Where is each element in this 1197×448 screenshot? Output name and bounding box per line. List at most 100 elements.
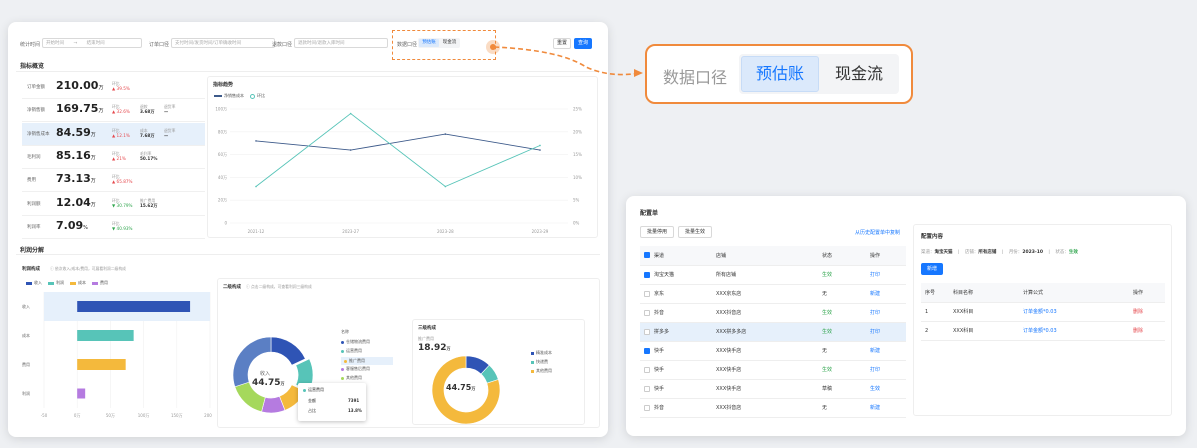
- tree-item[interactable]: 客服售后费用: [341, 366, 370, 372]
- tree-item[interactable]: 仓储物流费用: [341, 339, 370, 345]
- order-caliber-select[interactable]: 支付时间/发货时间/订单确收时间: [171, 38, 275, 48]
- add-item-button[interactable]: 新增: [921, 263, 943, 275]
- delete-link[interactable]: 删除: [1133, 328, 1143, 334]
- metric-value: 12.04万: [56, 196, 96, 209]
- cell-action: 打印: [866, 303, 906, 323]
- cell-item-action: 删除: [1129, 302, 1165, 322]
- bar-category-label: 费用: [22, 361, 30, 367]
- tooltip-title: 运营费用: [303, 387, 324, 393]
- stat-time-range[interactable]: 开始时间 → 结束时间: [42, 38, 142, 48]
- tooltip-title-text: 运营费用: [308, 387, 324, 392]
- formula-link[interactable]: 订单金额*0.03: [1023, 309, 1057, 315]
- delete-link[interactable]: 删除: [1133, 309, 1143, 315]
- metric-extra-value: 50.17%: [140, 155, 158, 161]
- channel-name: 快手: [654, 367, 665, 373]
- copy-from-history-link[interactable]: 从历史配置单中复制: [855, 229, 900, 236]
- row-checkbox[interactable]: [644, 404, 650, 411]
- composition-hint: ⓘ 依次收入/成本/费用，可展看利润二级构成: [50, 266, 126, 272]
- y-left-tick: 40万: [218, 175, 227, 180]
- tree-item[interactable]: 推广费用: [341, 357, 393, 365]
- metric-compare: 环比 ▲ 32.6%: [112, 104, 130, 114]
- row-action-link[interactable]: 打印: [870, 329, 880, 335]
- profit-bar[interactable]: [77, 301, 191, 312]
- formula-link[interactable]: 订单金额*0.03: [1023, 328, 1057, 334]
- select-all-checkbox[interactable]: [644, 252, 650, 259]
- tree-item[interactable]: 其他费用: [341, 375, 362, 381]
- row-checkbox[interactable]: [644, 290, 650, 297]
- donut2-center-value: 44.75万: [252, 378, 284, 388]
- metric-unit: 万: [90, 154, 96, 161]
- config-row: 抖音 XXX抖音店无新建: [640, 398, 906, 418]
- row-action-link[interactable]: 打印: [870, 272, 880, 278]
- metric-row[interactable]: 费用 73.13万 环比 ▲ 65.87%: [22, 169, 205, 193]
- cell-shop: XXX拼多多店: [712, 322, 818, 342]
- item-row: 1 XXX科目 订单金额*0.03 删除: [921, 302, 1165, 322]
- donut3-sub-label: 推广费用: [418, 336, 434, 341]
- meta-month: 2023-10: [1022, 250, 1043, 255]
- y-right-tick: 20%: [573, 129, 582, 134]
- profit-bar[interactable]: [77, 388, 86, 399]
- col-item-action: 操作: [1129, 283, 1165, 303]
- metric-value: 169.75万: [56, 102, 103, 115]
- x-tick: 2023-27: [342, 229, 359, 234]
- tree-title: 名称: [341, 329, 349, 334]
- metric-number: 210.00: [56, 79, 99, 92]
- series-point: [349, 112, 352, 115]
- caliber-highlight-frame: [392, 30, 496, 60]
- config-row: 快手 XXX快手店 草稿 生效: [640, 379, 906, 399]
- x-tick: 2023-28: [437, 229, 454, 234]
- row-checkbox[interactable]: [644, 328, 650, 335]
- col-shop: 店铺: [712, 246, 818, 266]
- metric-label: 利润率: [27, 224, 41, 230]
- row-action-link[interactable]: 打印: [870, 367, 880, 373]
- metric-compare: 环比 ▼ 40.93%: [112, 221, 133, 231]
- zoom-tab-cashflow[interactable]: 现金流: [821, 56, 897, 92]
- return-caliber-select[interactable]: 退款时间/退款入库时间: [294, 38, 388, 48]
- batch-disable-button[interactable]: 批量停用: [640, 226, 674, 238]
- meta-shop: 所有店铺: [978, 250, 997, 255]
- metric-row[interactable]: 净销售成本 84.59万 环比 ▲ 12.1% 成本 7.68万 退货率 —: [22, 122, 205, 146]
- row-action-link[interactable]: 打印: [870, 310, 880, 316]
- tree-item[interactable]: 运营费用: [341, 348, 362, 354]
- cell-channel: 快手: [640, 379, 712, 399]
- metric-extra2: 退货率 —: [164, 104, 175, 114]
- row-action-link[interactable]: 生效: [870, 386, 880, 392]
- metric-compare: 环比 ▼ 30.79%: [112, 198, 133, 208]
- row-checkbox[interactable]: [644, 366, 650, 373]
- profit-bar[interactable]: [77, 359, 126, 370]
- donut3-center-unit: 万: [471, 386, 476, 391]
- metric-extra: 退款 3.68万: [140, 104, 155, 114]
- metric-row[interactable]: 利润率 7.09% 环比 ▼ 40.93%: [22, 216, 205, 239]
- metric-row[interactable]: 毛利润 85.16万 环比 ▲ 21% 毛利率 50.17%: [22, 146, 205, 169]
- series-point: [255, 185, 257, 188]
- row-action-link[interactable]: 新建: [870, 291, 880, 297]
- row-checkbox[interactable]: [644, 347, 650, 354]
- stat-time-start: 开始时间: [46, 41, 64, 46]
- cell-action: 打印: [866, 360, 906, 380]
- metric-number: 73.13: [56, 172, 91, 186]
- row-checkbox[interactable]: [644, 309, 650, 316]
- cell-action: 新建: [866, 398, 906, 418]
- metric-row[interactable]: 净销售额 169.75万 环比 ▲ 32.6% 退款 3.68万 退货率 —: [22, 99, 205, 123]
- info-icon: ⓘ: [50, 266, 54, 271]
- row-action-link[interactable]: 新建: [870, 348, 880, 354]
- metric-row[interactable]: 订单金额 210.00万 环比 ▲ 39.5%: [22, 76, 205, 99]
- cell-channel: 京东: [640, 284, 712, 304]
- tree-item-label: 仓储物流费用: [346, 339, 370, 344]
- return-caliber-label: 退款口径: [272, 42, 293, 48]
- config-row: 快手 XXX快手店无新建: [640, 341, 906, 361]
- meta-status: 生效: [1068, 250, 1078, 255]
- batch-enable-button[interactable]: 批量生效: [678, 226, 712, 238]
- row-action-link[interactable]: 新建: [870, 405, 880, 411]
- row-checkbox[interactable]: [644, 271, 650, 278]
- zoom-tab-estimated[interactable]: 预估账: [741, 56, 819, 92]
- metric-compare-value: ▲ 12.1%: [112, 132, 130, 138]
- profit-bar[interactable]: [77, 330, 134, 341]
- row-checkbox[interactable]: [644, 385, 650, 392]
- metric-row[interactable]: 利润额 12.04万 环比 ▼ 30.79% 推广费用 15.62万: [22, 193, 205, 216]
- donut2-slice[interactable]: [270, 336, 306, 366]
- col-action: 操作: [866, 246, 906, 266]
- y-left-tick: 80万: [218, 129, 227, 134]
- channel-name: 淘宝天猫: [654, 272, 675, 278]
- bar-legend-item: 收入: [26, 280, 42, 286]
